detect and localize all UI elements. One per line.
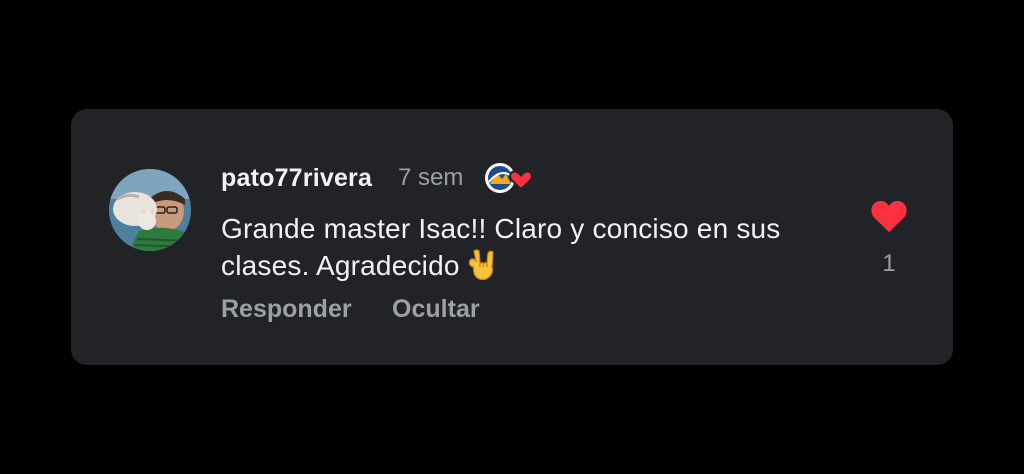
avatar[interactable] [109, 169, 191, 251]
rock-hand-emoji-icon [468, 247, 500, 281]
comment-body: Grande master Isac!! Claro y conciso en … [221, 213, 781, 281]
comment-actions: Responder Ocultar [221, 295, 516, 324]
reply-button[interactable]: Responder [221, 295, 352, 324]
like-count: 1 [882, 250, 896, 277]
heart-icon[interactable] [869, 198, 909, 234]
username[interactable]: pato77rivera [221, 164, 372, 193]
hide-button[interactable]: Ocultar [392, 295, 480, 324]
comment-text: Grande master Isac!! Claro y conciso en … [221, 210, 841, 284]
timestamp: 7 sem [398, 164, 464, 191]
comment-card: pato77rivera 7 sem Grande master Isac!! … [71, 109, 953, 365]
creator-heart-badge-icon [483, 160, 535, 196]
